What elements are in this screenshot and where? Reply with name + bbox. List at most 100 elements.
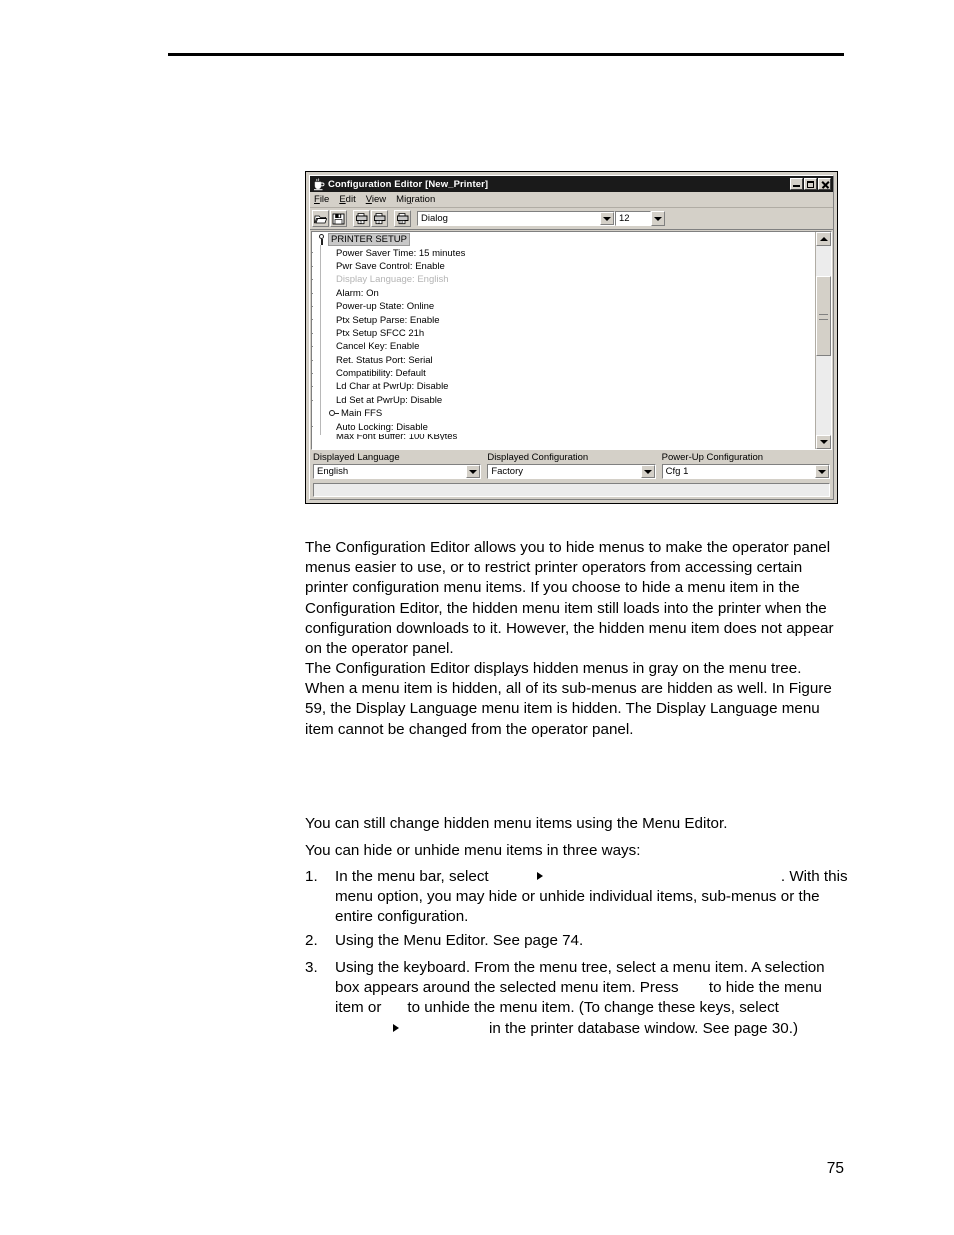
tree-node-main-ffs[interactable]: Main FFS — [314, 407, 815, 420]
list-number: 1. — [305, 868, 318, 885]
displayed-language-label: Displayed Language — [313, 452, 400, 463]
tree-node-label: Ptx Setup Parse: Enable — [336, 314, 440, 326]
scrollbar-thumb[interactable] — [816, 276, 831, 356]
tree-node-ld-set-at-pwrup[interactable]: Ld Set at PwrUp: Disable — [312, 394, 815, 407]
instruction-list-item-1: 1. In the menu bar, select . With this m… — [305, 867, 850, 935]
tree-node-auto-locking[interactable]: Auto Locking: Disable — [312, 420, 815, 433]
tree-node-power-saver-time[interactable]: Power Saver Time: 15 minutes — [312, 246, 815, 259]
java-coffee-cup-icon — [312, 177, 325, 191]
body-paragraph-1: The Configuration Editor allows you to h… — [305, 539, 834, 658]
window-title: Configuration Editor [New_Printer] — [328, 178, 489, 190]
tree-node-display-language[interactable]: Display Language: English — [312, 273, 815, 286]
power-up-configuration-combo[interactable]: Cfg 1 — [661, 464, 830, 479]
tree-node-label: Power Saver Time: 15 minutes — [336, 247, 466, 259]
tree-vertical-scrollbar[interactable] — [815, 232, 831, 449]
tree-node-root[interactable]: PRINTER SETUP — [314, 233, 815, 247]
scroll-down-button[interactable] — [816, 435, 831, 449]
window-titlebar[interactable]: Configuration Editor [New_Printer] — [310, 176, 833, 192]
displayed-language-dropdown-arrow[interactable] — [466, 465, 481, 478]
displayed-configuration-combo[interactable]: Factory — [487, 464, 656, 479]
page-number: 75 — [826, 1160, 844, 1177]
tree-node-cancel-key[interactable]: Cancel Key: Enable — [312, 340, 815, 353]
displayed-language-field: Displayed Language English — [313, 452, 482, 479]
minimize-button[interactable] — [790, 178, 803, 190]
tree-branch-dash — [312, 332, 313, 334]
instruction-list-item-3: 3. Using the keyboard. From the menu tre… — [305, 958, 850, 1046]
tree-branch-dash — [312, 426, 313, 428]
tree-node-label: Display Language: English — [336, 274, 449, 286]
tree-node-label: Compatibility: Default — [336, 368, 426, 380]
font-size-value: 12 — [619, 213, 630, 224]
displayed-configuration-label: Displayed Configuration — [487, 452, 589, 463]
tree-node-label: Pwr Save Control: Enable — [336, 260, 445, 272]
instruction-list-item-2: 2. Using the Menu Editor. See page 74. — [305, 931, 850, 958]
svg-text:U: U — [377, 220, 380, 224]
list-item-3-part-d: in the printer database window. See page… — [489, 1019, 799, 1037]
toolbar: D U M Dialog 12 — [310, 208, 833, 230]
tree-branch-dash — [312, 252, 313, 254]
page-header-rule — [168, 53, 844, 56]
font-size-combo[interactable]: 12 — [615, 211, 651, 226]
menu-file[interactable]: FFileile — [314, 194, 329, 205]
floppy-disk-icon[interactable] — [330, 210, 347, 227]
tree-branch-dash — [312, 305, 313, 307]
tree-node-pwr-save-control[interactable]: Pwr Save Control: Enable — [312, 260, 815, 273]
menu-tree[interactable]: PRINTER SETUP Power Saver Time: 15 minut… — [312, 232, 815, 449]
font-name-dropdown-arrow[interactable] — [600, 212, 614, 225]
menu-arrow-icon-2 — [393, 1023, 399, 1032]
list-item-3-part-c: to unhide the menu item. (To change thes… — [407, 999, 779, 1017]
tree-node-max-font-buffer[interactable]: Max Font Buffer: 100 KBytes — [314, 434, 815, 440]
font-name-combo[interactable]: Dialog — [417, 211, 615, 226]
body-paragraph-3: You can still change hidden menu items u… — [305, 815, 728, 832]
tree-node-ptx-setup-sfcc[interactable]: Ptx Setup SFCC 21h — [312, 327, 815, 340]
list-number: 2. — [305, 932, 318, 949]
power-up-configuration-dropdown-arrow[interactable] — [814, 465, 829, 478]
displayed-configuration-field: Displayed Configuration Factory — [487, 452, 656, 479]
tree-node-label: Ptx Setup SFCC 21h — [336, 327, 425, 339]
tree-node-compatibility[interactable]: Compatibility: Default — [312, 367, 815, 380]
application-window: Configuration Editor [New_Printer] FFile… — [309, 175, 834, 500]
tree-branch-dash — [312, 359, 313, 361]
displayed-configuration-dropdown-arrow[interactable] — [640, 465, 655, 478]
font-size-dropdown-arrow[interactable] — [651, 211, 665, 226]
tree-branch-dash — [312, 292, 313, 294]
menu-view[interactable]: View — [366, 194, 386, 205]
tree-branch-dash — [312, 386, 313, 388]
list-item-1-part-a: In the menu bar, select — [335, 868, 489, 885]
scrollbar-track[interactable] — [816, 246, 831, 435]
window-controls — [790, 178, 831, 190]
tree-node-alarm[interactable]: Alarm: On — [312, 287, 815, 300]
printer-m-icon[interactable]: M — [394, 210, 411, 227]
printer-d-icon[interactable]: D — [353, 210, 370, 227]
power-up-configuration-label: Power-Up Configuration — [661, 452, 764, 463]
tree-node-label: Cancel Key: Enable — [336, 341, 420, 353]
maximize-button[interactable] — [804, 178, 817, 190]
tree-branch-dash — [312, 346, 313, 348]
tree-node-power-up-state[interactable]: Power-up State: Online — [312, 300, 815, 313]
menu-edit[interactable]: Edit — [339, 194, 355, 205]
tree-node-ret-status-port[interactable]: Ret. Status Port: Serial — [312, 354, 815, 367]
power-up-configuration-field: Power-Up Configuration Cfg 1 — [661, 452, 830, 479]
menu-arrow-icon — [536, 872, 543, 880]
tree-node-label: Auto Locking: Disable — [336, 421, 428, 433]
scroll-up-button[interactable] — [816, 232, 831, 246]
tree-node-label: Ld Char at PwrUp: Disable — [336, 381, 449, 393]
printer-u-icon[interactable]: U — [371, 210, 388, 227]
configuration-editor-figure: Configuration Editor [New_Printer] FFile… — [305, 171, 838, 504]
tree-node-ptx-setup-parse[interactable]: Ptx Setup Parse: Enable — [312, 313, 815, 326]
displayed-configuration-value: Factory — [491, 466, 524, 477]
tree-node-label: Ld Set at PwrUp: Disable — [336, 394, 443, 406]
expand-handle-icon[interactable] — [317, 234, 326, 246]
tree-branch-dash — [312, 372, 313, 374]
displayed-language-combo[interactable]: English — [313, 464, 482, 479]
list-number: 3. — [305, 959, 318, 976]
close-button[interactable] — [818, 178, 831, 190]
menu-migration[interactable]: Migration — [396, 194, 435, 205]
collapse-handle-icon[interactable] — [329, 409, 339, 418]
tree-node-label: Main FFS — [341, 408, 383, 420]
tree-node-label: Ret. Status Port: Serial — [336, 354, 433, 366]
tree-node-ld-char-at-pwrup[interactable]: Ld Char at PwrUp: Disable — [312, 380, 815, 393]
displayed-language-value: English — [317, 466, 349, 477]
menu-tree-panel: PRINTER SETUP Power Saver Time: 15 minut… — [311, 231, 832, 450]
open-folder-icon[interactable] — [312, 210, 329, 227]
